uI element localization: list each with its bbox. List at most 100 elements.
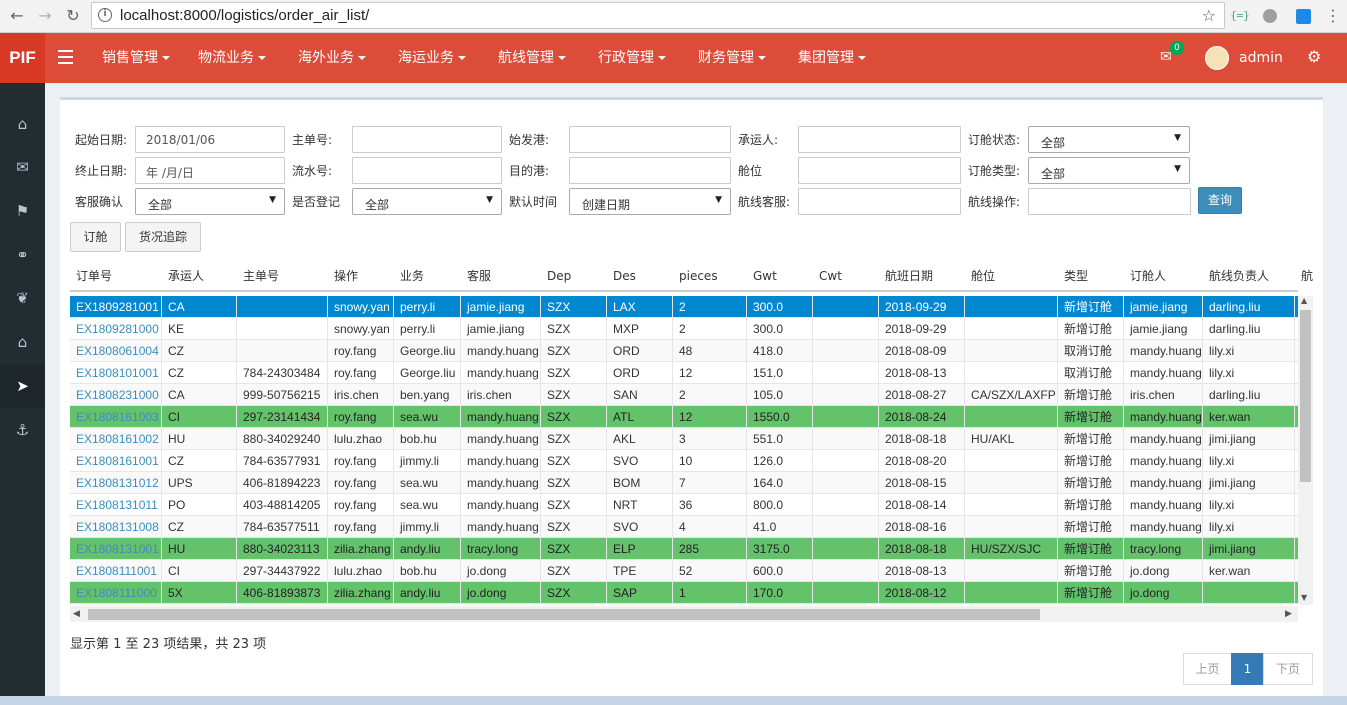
column-header[interactable]: 操作	[328, 263, 394, 290]
order-no-link[interactable]: EX1808111001	[70, 560, 162, 582]
serial-no-input[interactable]	[352, 157, 502, 184]
scroll-up-arrow-icon[interactable]: ▲	[1301, 296, 1307, 305]
bookmark-star-icon[interactable]: ☆	[1202, 6, 1216, 25]
home-icon[interactable]: ⌂	[0, 103, 45, 146]
table-row[interactable]: EX1808111000 5X 406-81893873 zilia.zhang and…	[70, 582, 1298, 604]
default-time-select[interactable]: 创建日期 ▼	[569, 188, 731, 215]
gears-icon[interactable]: ⚙	[1307, 47, 1321, 66]
query-button[interactable]: 查询	[1198, 187, 1242, 214]
table-row[interactable]: EX1808161002 HU 880-34029240 lulu.zhao bob.h…	[70, 428, 1298, 450]
order-no-link[interactable]: EX1808131008	[70, 516, 162, 538]
order-no-link[interactable]: EX1808061004	[70, 340, 162, 362]
column-header[interactable]: 订单号	[70, 263, 162, 290]
order-no-link[interactable]: EX1809281000	[70, 318, 162, 340]
avatar[interactable]	[1205, 46, 1229, 70]
flag-icon[interactable]: ⚑	[0, 190, 45, 233]
order-no-link[interactable]: EX1808231000	[70, 384, 162, 406]
table-row[interactable]: EX1808061004 CZ roy.fang George.liu mandy.hu…	[70, 340, 1298, 362]
scroll-right-arrow-icon[interactable]: ▶	[1285, 609, 1292, 619]
mail-icon[interactable]: ✉	[0, 146, 45, 189]
column-header[interactable]: 客服	[461, 263, 541, 290]
column-header[interactable]: Cwt	[813, 263, 879, 290]
start-date-input[interactable]: 2018/01/06	[135, 126, 285, 153]
cs-confirm-select[interactable]: 全部 ▼	[135, 188, 285, 215]
rocket-icon[interactable]: ➤	[0, 365, 45, 408]
extension-translate-icon[interactable]	[1293, 6, 1313, 26]
menu-routes[interactable]: 航线管理	[498, 33, 566, 83]
column-header[interactable]: pieces	[673, 263, 747, 290]
table-row[interactable]: EX1808131012 UPS 406-81894223 roy.fang sea.w…	[70, 472, 1298, 494]
order-no-link[interactable]: EX1808101001	[70, 362, 162, 384]
horizontal-scroll-thumb[interactable]	[88, 609, 1040, 620]
address-bar[interactable]: i localhost:8000/logistics/order_air_lis…	[91, 2, 1225, 29]
column-header[interactable]: 承运人	[162, 263, 237, 290]
order-no-link[interactable]: EX1808131011	[70, 494, 162, 516]
table-row[interactable]: EX1809281001 CA snowy.yan perry.li jamie.jia…	[70, 296, 1298, 318]
table-row[interactable]: EX1808231000 CA 999-50756215 iris.chen ben.y…	[70, 384, 1298, 406]
scroll-left-arrow-icon[interactable]: ◀	[73, 609, 80, 619]
menu-group[interactable]: 集团管理	[798, 33, 866, 83]
info-icon[interactable]: i	[98, 8, 112, 22]
page-1-button[interactable]: 1	[1231, 653, 1264, 685]
menu-logistics[interactable]: 物流业务	[198, 33, 266, 83]
menu-ocean[interactable]: 海运业务	[398, 33, 466, 83]
dest-input[interactable]	[569, 157, 731, 184]
column-header[interactable]: 航线负责人	[1203, 263, 1295, 290]
column-header[interactable]: 主单号	[237, 263, 328, 290]
order-no-link[interactable]: EX1808131001	[70, 538, 162, 560]
menu-admin[interactable]: 行政管理	[598, 33, 666, 83]
menu-overseas[interactable]: 海外业务	[298, 33, 366, 83]
column-header[interactable]: 航	[1295, 263, 1325, 290]
table-row[interactable]: EX1808161001 CZ 784-63577931 roy.fang jimmy.…	[70, 450, 1298, 472]
user-name[interactable]: admin	[1239, 33, 1283, 83]
reload-icon[interactable]: ↻	[62, 5, 84, 27]
carrier-input[interactable]	[798, 126, 961, 153]
next-page-button[interactable]: 下页	[1263, 653, 1313, 685]
order-no-link[interactable]: EX1808111000	[70, 582, 162, 604]
column-header[interactable]: 航班日期	[879, 263, 965, 290]
registered-select[interactable]: 全部 ▼	[352, 188, 502, 215]
table-row[interactable]: EX1808131008 CZ 784-63577511 roy.fang jimmy.…	[70, 516, 1298, 538]
table-row[interactable]: EX1809281000 KE snowy.yan perry.li jamie.jia…	[70, 318, 1298, 340]
column-header[interactable]: Dep	[541, 263, 607, 290]
order-no-link[interactable]: EX1809281001	[70, 296, 162, 318]
order-no-link[interactable]: EX1808131012	[70, 472, 162, 494]
column-header[interactable]: Gwt	[747, 263, 813, 290]
url-text[interactable]: localhost:8000/logistics/order_air_list/	[120, 7, 369, 24]
column-header[interactable]: 订舱人	[1124, 263, 1203, 290]
back-icon[interactable]: ←	[6, 5, 28, 27]
extension-circle-icon[interactable]	[1260, 6, 1280, 26]
type-select[interactable]: 全部 ▼	[1028, 157, 1190, 184]
table-row[interactable]: EX1808131011 PO 403-48814205 roy.fang sea.wu…	[70, 494, 1298, 516]
table-row[interactable]: EX1808131001 HU 880-34023113 zilia.zhang and…	[70, 538, 1298, 560]
book-button[interactable]: 订舱	[70, 222, 121, 252]
json-extension-icon[interactable]: {=}	[1230, 6, 1250, 26]
link-icon[interactable]: ⚭	[0, 234, 45, 277]
cabin-input[interactable]	[798, 157, 961, 184]
status-select[interactable]: 全部 ▼	[1028, 126, 1190, 153]
route-op-input[interactable]	[1028, 188, 1191, 215]
bank-icon[interactable]: ⌂	[0, 321, 45, 364]
forward-icon[interactable]: →	[34, 5, 56, 27]
order-no-link[interactable]: EX1808161002	[70, 428, 162, 450]
anchor-icon[interactable]: ⚓	[0, 409, 45, 452]
track-button[interactable]: 货况追踪	[125, 222, 201, 252]
end-date-input[interactable]: 年 /月/日	[135, 157, 285, 184]
table-row[interactable]: EX1808101001 CZ 784-24303484 roy.fang George…	[70, 362, 1298, 384]
browser-menu-icon[interactable]: ⋮	[1323, 6, 1343, 26]
column-header[interactable]: 类型	[1058, 263, 1124, 290]
order-no-link[interactable]: EX1808161001	[70, 450, 162, 472]
leaf-icon[interactable]: ❦	[0, 277, 45, 320]
master-no-input[interactable]	[352, 126, 502, 153]
column-header[interactable]: 舱位	[965, 263, 1058, 290]
prev-page-button[interactable]: 上页	[1183, 653, 1232, 685]
origin-input[interactable]	[569, 126, 731, 153]
route-cs-input[interactable]	[798, 188, 961, 215]
column-header[interactable]: 业务	[394, 263, 461, 290]
menu-sales[interactable]: 销售管理	[102, 33, 170, 83]
menu-finance[interactable]: 财务管理	[698, 33, 766, 83]
vertical-scroll-thumb[interactable]	[1300, 310, 1311, 482]
order-no-link[interactable]: EX1808161003	[70, 406, 162, 428]
scroll-down-arrow-icon[interactable]: ▼	[1301, 593, 1307, 602]
app-logo[interactable]: PIF	[0, 33, 45, 83]
